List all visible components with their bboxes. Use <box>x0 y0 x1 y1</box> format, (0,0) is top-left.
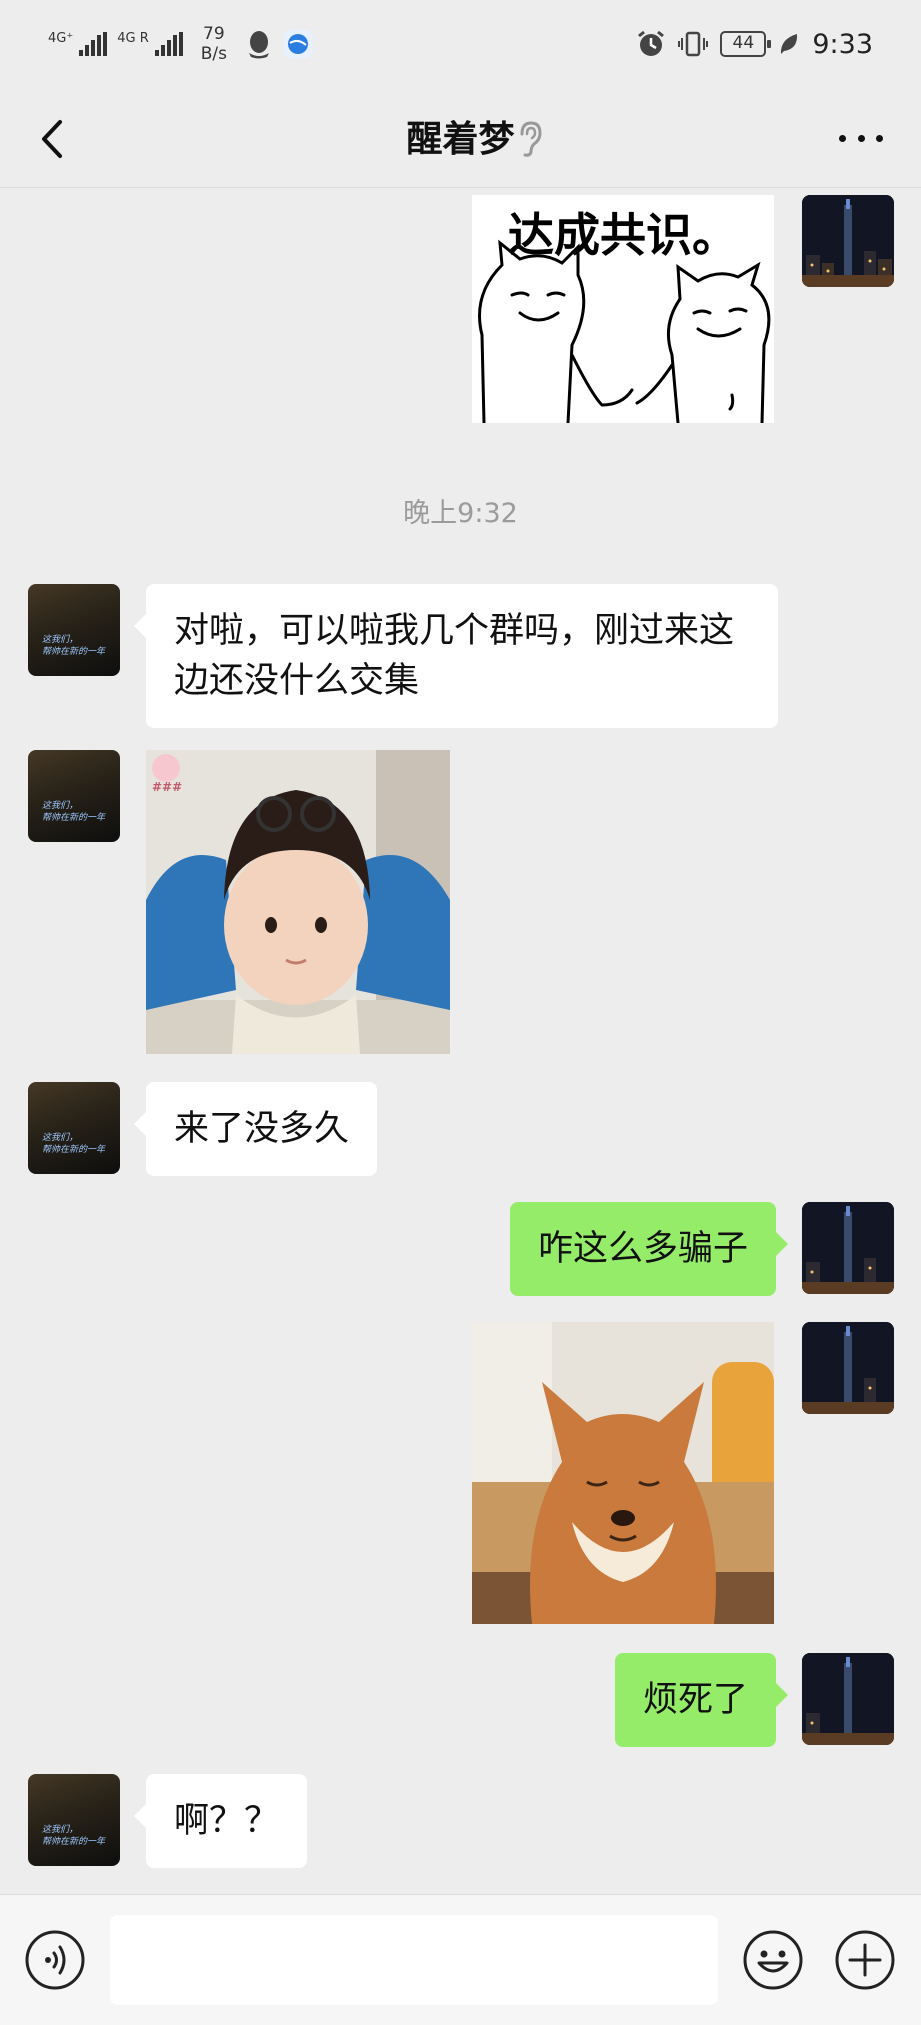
contact-avatar[interactable]: 这我们， 帮帅在新的一年 <box>28 1082 120 1174</box>
shiba-photo <box>472 1322 774 1624</box>
status-left: 4G⁺ 4G R 79 B/s <box>48 22 313 66</box>
message-text: 烦死了 <box>642 1680 748 1720</box>
contact-avatar-text: 这我们， 帮帅在新的一年 <box>42 634 105 658</box>
message-text: 来了没多久 <box>174 1109 350 1149</box>
chat-title: 醒着梦 <box>406 119 515 160</box>
qq-icon <box>248 31 269 59</box>
shaking-hands-drawing <box>478 239 771 423</box>
self-avatar[interactable] <box>802 1322 894 1414</box>
status-right: 44 9:33 <box>636 22 873 66</box>
signal-2-label: 4G R <box>117 31 149 46</box>
city-night-image <box>802 1653 894 1745</box>
alarm-icon <box>638 30 665 56</box>
message-bubble[interactable]: 来了没多久 <box>133 1082 378 1176</box>
city-night-image <box>802 1322 894 1414</box>
contact-avatar-line-2: 帮帅在新的一年 <box>42 1837 106 1847</box>
contact-avatar[interactable]: 这我们， 帮帅在新的一年 <box>28 1774 120 1866</box>
message-bubble[interactable]: 烦死了 <box>614 1653 789 1747</box>
contact-avatar-line-2: 帮帅在新的一年 <box>42 647 106 657</box>
message-bubble[interactable]: 咋这么多骗子 <box>509 1202 789 1296</box>
vibrate-icon <box>678 31 709 57</box>
contact-avatar-line-1: 这我们， <box>42 1133 79 1143</box>
net-speed: 79 B/s <box>201 24 227 64</box>
message-text: 对啦，可以啦我几个群吗，刚过来这边还没什么交集 <box>174 611 735 701</box>
contact-avatar[interactable]: 这我们， 帮帅在新的一年 <box>28 750 120 842</box>
message-text: 啊？？ <box>174 1801 280 1841</box>
net-speed-unit: B/s <box>200 44 227 64</box>
clock: 9:33 <box>812 28 873 60</box>
signal-2-bars-icon <box>154 32 183 56</box>
timestamp: 晚上9:32 <box>403 498 518 529</box>
city-night-image <box>802 195 894 287</box>
plus-icon <box>835 1930 895 1990</box>
signal-1: 4G⁺ <box>48 31 108 56</box>
contact-avatar-line-1: 这我们， <box>42 1825 79 1835</box>
emoji-button[interactable] <box>742 1929 804 1991</box>
contact-avatar-line-2: 帮帅在新的一年 <box>42 1145 106 1155</box>
contact-avatar-line-1: 这我们， <box>42 801 79 811</box>
contact-avatar-line-1: 这我们， <box>42 635 79 645</box>
sticker-agreement[interactable]: 达成共识。 <box>472 195 774 423</box>
more-button[interactable] <box>831 116 891 160</box>
child-photo <box>146 750 450 1054</box>
signal-2: 4G R <box>117 32 183 56</box>
contact-avatar-line-2: 帮帅在新的一年 <box>42 813 106 823</box>
voice-button[interactable] <box>24 1929 86 1991</box>
contact-avatar-text: 这我们， 帮帅在新的一年 <box>42 1824 105 1848</box>
message-input[interactable] <box>110 1915 718 2005</box>
message-text: 咋这么多骗子 <box>537 1229 748 1269</box>
status-bar: 4G⁺ 4G R 79 B/s 44 9:33 <box>0 0 921 88</box>
message-bubble[interactable]: 对啦，可以啦我几个群吗，刚过来这边还没什么交集 <box>134 584 778 728</box>
ear-icon <box>520 121 542 157</box>
self-avatar[interactable] <box>802 195 894 287</box>
self-avatar[interactable] <box>802 1653 894 1745</box>
chat-header: 醒着梦 <box>0 88 921 188</box>
sticker-child-glasses[interactable]: ### <box>146 750 450 1054</box>
battery-icon: 44 <box>720 31 772 57</box>
plus-button[interactable] <box>834 1929 896 1991</box>
signal-1-label: 4G⁺ <box>48 31 74 46</box>
battery-level: 44 <box>732 33 755 53</box>
message-bubble[interactable]: 啊？？ <box>133 1774 308 1868</box>
signal-1-bars-icon <box>79 32 108 56</box>
sticker-badge: ### <box>152 780 183 794</box>
self-avatar[interactable] <box>802 1202 894 1294</box>
leaf-icon <box>781 34 798 54</box>
input-bar <box>0 1894 921 2025</box>
sticker-shiba[interactable] <box>472 1322 774 1624</box>
browser-icon <box>283 30 312 58</box>
contact-avatar-text: 这我们， 帮帅在新的一年 <box>42 1132 105 1156</box>
message-list[interactable]: 达成共识。 晚上9:32 这我们， 帮帅在新的一年 对啦，可以啦我几个群吗，刚过… <box>0 189 921 1894</box>
city-night-image <box>802 1202 894 1294</box>
net-speed-value: 79 <box>203 24 225 44</box>
emoji-icon <box>743 1930 803 1990</box>
more-icon <box>839 134 846 142</box>
voice-icon <box>25 1930 85 1990</box>
contact-avatar-text: 这我们， 帮帅在新的一年 <box>42 800 105 824</box>
contact-avatar[interactable]: 这我们， 帮帅在新的一年 <box>28 584 120 676</box>
